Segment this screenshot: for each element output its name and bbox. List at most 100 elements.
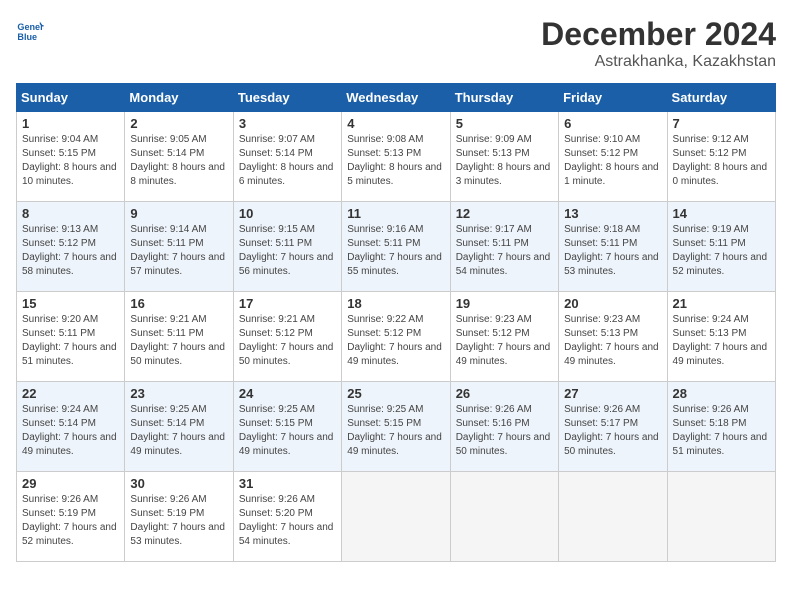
day-detail: Sunrise: 9:20 AMSunset: 5:11 PMDaylight:…	[22, 313, 119, 369]
day-detail: Sunrise: 9:12 AMSunset: 5:12 PMDaylight:…	[673, 133, 770, 189]
calendar-row: 8 Sunrise: 9:13 AMSunset: 5:12 PMDaylight…	[17, 202, 776, 292]
table-row: 31 Sunrise: 9:26 AMSunset: 5:20 PMDayligh…	[233, 472, 341, 562]
table-row	[667, 472, 775, 562]
table-row: 28 Sunrise: 9:26 AMSunset: 5:18 PMDayligh…	[667, 382, 775, 472]
table-row: 29 Sunrise: 9:26 AMSunset: 5:19 PMDayligh…	[17, 472, 125, 562]
table-row: 1 Sunrise: 9:04 AMSunset: 5:15 PMDaylight…	[17, 112, 125, 202]
table-row: 4 Sunrise: 9:08 AMSunset: 5:13 PMDaylight…	[342, 112, 450, 202]
table-row: 26Sunrise: 9:26 AMSunset: 5:16 PMDayligh…	[450, 382, 558, 472]
day-detail: Sunrise: 9:24 AMSunset: 5:14 PMDaylight:…	[22, 403, 119, 459]
table-row: 19Sunrise: 9:23 AMSunset: 5:12 PMDayligh…	[450, 292, 558, 382]
table-row: 25 Sunrise: 9:25 AMSunset: 5:15 PMDayligh…	[342, 382, 450, 472]
day-detail: Sunrise: 9:26 AMSunset: 5:18 PMDaylight:…	[673, 403, 770, 459]
day-number: 1	[22, 116, 119, 131]
table-row: 18 Sunrise: 9:22 AMSunset: 5:12 PMDayligh…	[342, 292, 450, 382]
logo: General Blue	[16, 16, 44, 44]
page-header: General Blue December 2024 Astrakhanka, …	[16, 16, 776, 71]
day-number: 22	[22, 386, 119, 401]
day-detail: Sunrise: 9:23 AMSunset: 5:13 PMDaylight:…	[564, 313, 661, 369]
table-row: 10 Sunrise: 9:15 AMSunset: 5:11 PMDayligh…	[233, 202, 341, 292]
day-number: 13	[564, 206, 661, 221]
day-number: 12	[456, 206, 553, 221]
table-row	[559, 472, 667, 562]
calendar-row: 29 Sunrise: 9:26 AMSunset: 5:19 PMDayligh…	[17, 472, 776, 562]
calendar-row: 15 Sunrise: 9:20 AMSunset: 5:11 PMDayligh…	[17, 292, 776, 382]
day-detail: Sunrise: 9:04 AMSunset: 5:15 PMDaylight:…	[22, 133, 119, 189]
table-row: 16 Sunrise: 9:21 AMSunset: 5:11 PMDayligh…	[125, 292, 233, 382]
col-thursday: Thursday	[450, 84, 558, 112]
header-row: Sunday Monday Tuesday Wednesday Thursday…	[17, 84, 776, 112]
day-number: 23	[130, 386, 227, 401]
day-number: 27	[564, 386, 661, 401]
table-row: 20 Sunrise: 9:23 AMSunset: 5:13 PMDayligh…	[559, 292, 667, 382]
table-row: 22 Sunrise: 9:24 AMSunset: 5:14 PMDayligh…	[17, 382, 125, 472]
table-row: 30 Sunrise: 9:26 AMSunset: 5:19 PMDayligh…	[125, 472, 233, 562]
day-number: 18	[347, 296, 444, 311]
table-row: 6 Sunrise: 9:10 AMSunset: 5:12 PMDaylight…	[559, 112, 667, 202]
day-number: 8	[22, 206, 119, 221]
day-detail: Sunrise: 9:25 AMSunset: 5:15 PMDaylight:…	[239, 403, 336, 459]
table-row: 14Sunrise: 9:19 AMSunset: 5:11 PMDayligh…	[667, 202, 775, 292]
day-number: 26	[456, 386, 553, 401]
day-detail: Sunrise: 9:09 AMSunset: 5:13 PMDaylight:…	[456, 133, 553, 189]
day-detail: Sunrise: 9:13 AMSunset: 5:12 PMDaylight:…	[22, 223, 119, 279]
day-detail: Sunrise: 9:17 AMSunset: 5:11 PMDaylight:…	[456, 223, 553, 279]
day-detail: Sunrise: 9:24 AMSunset: 5:13 PMDaylight:…	[673, 313, 770, 369]
day-number: 31	[239, 476, 336, 491]
table-row: 9 Sunrise: 9:14 AMSunset: 5:11 PMDaylight…	[125, 202, 233, 292]
table-row	[450, 472, 558, 562]
day-detail: Sunrise: 9:26 AMSunset: 5:20 PMDaylight:…	[239, 493, 336, 549]
day-number: 4	[347, 116, 444, 131]
title-block: December 2024 Astrakhanka, Kazakhstan	[541, 16, 776, 71]
calendar-row: 22 Sunrise: 9:24 AMSunset: 5:14 PMDayligh…	[17, 382, 776, 472]
table-row: 15 Sunrise: 9:20 AMSunset: 5:11 PMDayligh…	[17, 292, 125, 382]
logo-icon: General Blue	[16, 16, 44, 44]
day-number: 6	[564, 116, 661, 131]
day-detail: Sunrise: 9:15 AMSunset: 5:11 PMDaylight:…	[239, 223, 336, 279]
day-detail: Sunrise: 9:25 AMSunset: 5:15 PMDaylight:…	[347, 403, 444, 459]
table-row: 7Sunrise: 9:12 AMSunset: 5:12 PMDaylight…	[667, 112, 775, 202]
day-detail: Sunrise: 9:25 AMSunset: 5:14 PMDaylight:…	[130, 403, 227, 459]
day-number: 16	[130, 296, 227, 311]
day-detail: Sunrise: 9:26 AMSunset: 5:19 PMDaylight:…	[130, 493, 227, 549]
table-row: 23 Sunrise: 9:25 AMSunset: 5:14 PMDayligh…	[125, 382, 233, 472]
table-row: 3Sunrise: 9:07 AMSunset: 5:14 PMDaylight…	[233, 112, 341, 202]
day-number: 10	[239, 206, 336, 221]
day-detail: Sunrise: 9:14 AMSunset: 5:11 PMDaylight:…	[130, 223, 227, 279]
table-row: 13 Sunrise: 9:18 AMSunset: 5:11 PMDayligh…	[559, 202, 667, 292]
day-detail: Sunrise: 9:10 AMSunset: 5:12 PMDaylight:…	[564, 133, 661, 189]
calendar-row: 1 Sunrise: 9:04 AMSunset: 5:15 PMDaylight…	[17, 112, 776, 202]
day-number: 30	[130, 476, 227, 491]
svg-text:Blue: Blue	[17, 32, 37, 42]
day-detail: Sunrise: 9:18 AMSunset: 5:11 PMDaylight:…	[564, 223, 661, 279]
day-number: 5	[456, 116, 553, 131]
day-number: 15	[22, 296, 119, 311]
day-number: 29	[22, 476, 119, 491]
table-row: 21Sunrise: 9:24 AMSunset: 5:13 PMDayligh…	[667, 292, 775, 382]
table-row	[342, 472, 450, 562]
day-number: 2	[130, 116, 227, 131]
month-title: December 2024	[541, 16, 776, 53]
day-number: 14	[673, 206, 770, 221]
day-detail: Sunrise: 9:26 AMSunset: 5:19 PMDaylight:…	[22, 493, 119, 549]
day-detail: Sunrise: 9:08 AMSunset: 5:13 PMDaylight:…	[347, 133, 444, 189]
day-detail: Sunrise: 9:21 AMSunset: 5:11 PMDaylight:…	[130, 313, 227, 369]
day-number: 20	[564, 296, 661, 311]
table-row: 27 Sunrise: 9:26 AMSunset: 5:17 PMDayligh…	[559, 382, 667, 472]
day-detail: Sunrise: 9:23 AMSunset: 5:12 PMDaylight:…	[456, 313, 553, 369]
table-row: 11Sunrise: 9:16 AMSunset: 5:11 PMDayligh…	[342, 202, 450, 292]
day-detail: Sunrise: 9:22 AMSunset: 5:12 PMDaylight:…	[347, 313, 444, 369]
location-title: Astrakhanka, Kazakhstan	[541, 53, 776, 71]
day-number: 25	[347, 386, 444, 401]
table-row: 12 Sunrise: 9:17 AMSunset: 5:11 PMDayligh…	[450, 202, 558, 292]
day-detail: Sunrise: 9:07 AMSunset: 5:14 PMDaylight:…	[239, 133, 336, 189]
day-number: 9	[130, 206, 227, 221]
day-number: 11	[347, 206, 444, 221]
day-detail: Sunrise: 9:26 AMSunset: 5:17 PMDaylight:…	[564, 403, 661, 459]
col-monday: Monday	[125, 84, 233, 112]
calendar-table: Sunday Monday Tuesday Wednesday Thursday…	[16, 83, 776, 562]
day-number: 28	[673, 386, 770, 401]
col-tuesday: Tuesday	[233, 84, 341, 112]
table-row: 5 Sunrise: 9:09 AMSunset: 5:13 PMDaylight…	[450, 112, 558, 202]
col-friday: Friday	[559, 84, 667, 112]
